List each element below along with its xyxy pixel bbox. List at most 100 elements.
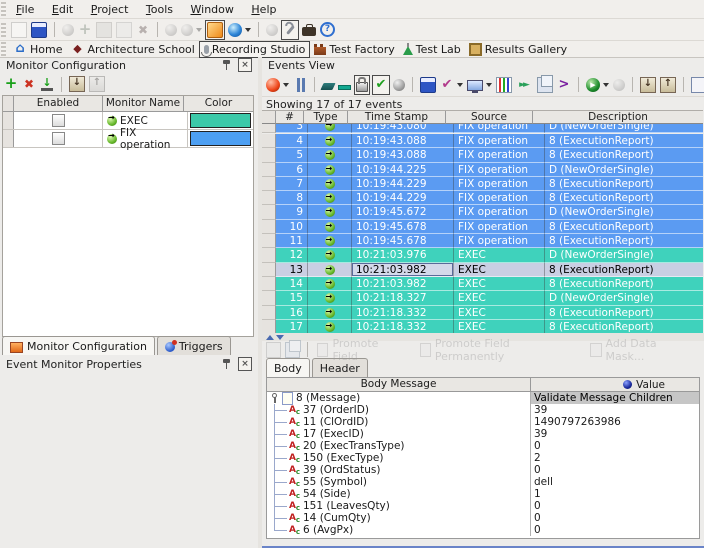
copy-all-icon[interactable] [285, 342, 300, 358]
dropdown-arrow-icon[interactable] [457, 83, 463, 87]
delete-monitor-icon[interactable]: ✖ [21, 75, 37, 93]
step-icon[interactable]: > [556, 76, 572, 94]
run-icon[interactable] [265, 21, 279, 39]
tree-field-row[interactable]: 150 (ExecType) 2 [267, 452, 699, 464]
field-value[interactable]: 0 [530, 524, 699, 536]
separator[interactable] [628, 76, 637, 94]
event-row[interactable]: 7 10:19:44.229 FIX operation 8 (Executio… [262, 177, 703, 191]
forward-icon[interactable] [180, 21, 203, 39]
column-header-enabled[interactable]: Enabled [14, 96, 103, 111]
event-row[interactable]: 11 10:19:45.678 FIX operation 8 (Executi… [262, 234, 703, 248]
tree-field-row[interactable]: 55 (Symbol) dell [267, 476, 699, 488]
delete-icon[interactable]: ✖ [135, 21, 151, 39]
tree-field-row[interactable]: 17 (ExecID) 39 [267, 428, 699, 440]
browser-icon[interactable] [227, 21, 252, 39]
pin-icon[interactable] [222, 358, 232, 370]
column-header-timestamp[interactable]: Time Stamp [348, 111, 446, 124]
event-row[interactable]: 17 10:21:18.332 EXEC 8 (ExecutionReport) [262, 320, 703, 333]
field-value[interactable]: 2 [530, 452, 699, 464]
tree-field-row[interactable]: 11 (ClOrdID) 1490797263986 [267, 416, 699, 428]
drag-grip[interactable] [1, 42, 6, 56]
separator[interactable] [254, 21, 263, 39]
refresh-icon[interactable]: ►► [515, 76, 534, 94]
paste-icon[interactable] [95, 21, 113, 39]
add-data-mask-button[interactable]: Add Data Mask... [589, 341, 703, 359]
workspace-briefcase-icon[interactable] [301, 21, 317, 39]
report-icon[interactable] [690, 76, 704, 94]
column-header-value[interactable]: Value [531, 378, 699, 391]
load-monitors-icon[interactable]: ↓ [68, 75, 86, 93]
copy-icon[interactable] [115, 21, 133, 39]
close-icon[interactable]: × [238, 58, 252, 72]
help-icon[interactable]: ? [319, 21, 336, 39]
event-row[interactable]: 4 10:19:43.088 FIX operation 8 (Executio… [262, 134, 703, 148]
promote-field-permanently-button[interactable]: Promote Field Permanently [419, 341, 584, 359]
tab-body[interactable]: Body [266, 358, 310, 377]
pause-icon[interactable] [292, 76, 308, 94]
tree-root-row[interactable]: 8 (Message) Validate Message Children [267, 392, 699, 404]
tab-monitor-configuration[interactable]: Monitor Configuration [2, 336, 155, 355]
column-header-color[interactable]: Color [184, 96, 253, 111]
field-value[interactable]: 0 [530, 464, 699, 476]
pin-icon[interactable] [222, 59, 232, 71]
import-monitor-icon[interactable]: ↓ [39, 75, 55, 93]
tree-field-row[interactable]: 14 (CumQty) 0 [267, 512, 699, 524]
field-value[interactable]: 39 [530, 404, 699, 416]
chart-icon[interactable] [495, 76, 513, 94]
menu-item[interactable]: File [9, 2, 41, 17]
tree-field-row[interactable]: 20 (ExecTransType) 0 [267, 440, 699, 452]
add-monitor-icon[interactable]: + [3, 75, 19, 93]
column-header-body-message[interactable]: Body Message [267, 378, 531, 391]
tree-field-row[interactable]: 54 (Side) 1 [267, 488, 699, 500]
menu-item[interactable]: Project [84, 2, 136, 17]
save-monitors-icon[interactable]: ↑ [88, 75, 106, 93]
color-swatch[interactable] [190, 113, 251, 128]
drag-grip[interactable] [1, 23, 6, 37]
expand-toggle-icon[interactable] [269, 393, 279, 403]
tab-test-factory[interactable]: Test Factory [310, 42, 398, 57]
add-icon[interactable]: + [77, 21, 93, 39]
separator[interactable] [408, 76, 417, 94]
event-row[interactable]: 8 10:19:44.229 FIX operation 8 (Executio… [262, 191, 703, 205]
separator[interactable] [50, 21, 59, 39]
field-value[interactable]: dell [530, 476, 699, 488]
export-events-icon[interactable]: ↑ [659, 76, 677, 94]
event-row[interactable]: 13 10:21:03.982 EXEC 8 (ExecutionReport) [262, 263, 703, 277]
dropdown-arrow-icon[interactable] [245, 28, 251, 32]
column-header-type[interactable]: Type [304, 111, 348, 124]
tab-results-gallery[interactable]: Results Gallery [465, 42, 571, 57]
event-row[interactable]: 15 10:21:18.327 EXEC D (NewOrderSingle) [262, 291, 703, 305]
tab-triggers[interactable]: Triggers [157, 336, 231, 355]
save-icon[interactable] [30, 21, 48, 39]
field-value[interactable]: 0 [530, 500, 699, 512]
enabled-checkbox[interactable] [52, 114, 65, 127]
column-header-description[interactable]: Description [533, 111, 703, 124]
partial-event-row[interactable]: 3 10:19:43.080 FIX operation D (NewOrder… [262, 124, 703, 134]
separator[interactable] [57, 75, 66, 93]
launch-pad-icon[interactable] [205, 20, 225, 40]
close-icon[interactable]: × [238, 357, 252, 371]
stop-icon[interactable] [612, 76, 626, 94]
event-row[interactable]: 6 10:19:44.225 FIX operation D (NewOrder… [262, 163, 703, 177]
promote-field-button[interactable]: Promote Field [316, 341, 412, 359]
display-icon[interactable] [466, 76, 493, 94]
event-row[interactable]: 10 10:19:45.678 FIX operation 8 (Executi… [262, 220, 703, 234]
field-value[interactable]: 1490797263986 [530, 416, 699, 428]
dropdown-arrow-icon[interactable] [603, 83, 609, 87]
separator[interactable] [679, 76, 688, 94]
tree-field-row[interactable]: 37 (OrderID) 39 [267, 404, 699, 416]
tab-recording-studio[interactable]: Recording Studio [199, 41, 311, 58]
import-events-icon[interactable]: ↓ [639, 76, 657, 94]
event-row[interactable]: 9 10:19:45.672 FIX operation D (NewOrder… [262, 205, 703, 219]
tree-node-value[interactable]: Validate Message Children [530, 392, 699, 404]
separator[interactable] [574, 76, 583, 94]
clear-icon[interactable] [392, 76, 406, 94]
tree-field-row[interactable]: 6 (AvgPx) 0 [267, 524, 699, 536]
filter-icon[interactable]: ✔ [439, 76, 464, 94]
tree-field-row[interactable]: 151 (LeavesQty) 0 [267, 500, 699, 512]
separator[interactable] [310, 76, 319, 94]
validate-check-icon[interactable]: ✔ [372, 75, 390, 95]
field-value[interactable]: 1 [530, 488, 699, 500]
copy-icon[interactable] [266, 342, 281, 358]
event-row[interactable]: 5 10:19:43.088 FIX operation 8 (Executio… [262, 148, 703, 162]
